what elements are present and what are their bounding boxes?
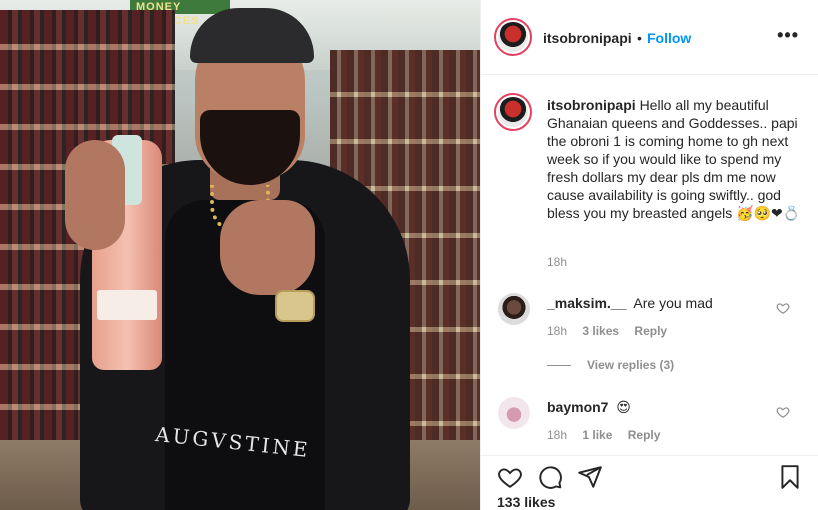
comment-icon[interactable]	[537, 464, 563, 490]
person-left-hand	[65, 140, 125, 250]
comment-username[interactable]: baymon7	[547, 399, 608, 415]
comment-avatar[interactable]	[498, 293, 530, 325]
comment-reply-button[interactable]: Reply	[628, 428, 661, 442]
send-icon[interactable]	[577, 464, 603, 490]
comment-reply-button[interactable]: Reply	[634, 324, 667, 338]
post-caption: itsobronipapi Hello all my beautiful Gha…	[547, 96, 809, 222]
author-username[interactable]: itsobronipapi	[543, 30, 632, 46]
person-watch	[275, 290, 315, 322]
caption-author-avatar[interactable]	[494, 93, 532, 131]
photo-person: AUGVSTINE	[60, 0, 420, 510]
author-avatar-image	[498, 22, 528, 52]
comment-text: 😍	[616, 399, 631, 415]
person-right-hand	[220, 200, 315, 295]
post-side-panel: itsobronipapi • Follow ••• itsobronipapi…	[480, 0, 818, 510]
header-separator: •	[637, 30, 642, 46]
bookmark-icon[interactable]	[777, 464, 803, 490]
comment-time[interactable]: 18h	[547, 324, 567, 338]
instagram-post: MONEY SERVICES AUGVSTINE	[0, 0, 818, 510]
comment-meta: 18h 3 likes Reply	[547, 324, 679, 338]
view-replies-line	[547, 365, 571, 367]
comment-like-icon[interactable]	[776, 405, 790, 419]
post-photo[interactable]: MONEY SERVICES AUGVSTINE	[0, 0, 480, 510]
comment-like-icon[interactable]	[776, 301, 790, 315]
wine-bottle-label	[97, 290, 157, 320]
follow-button[interactable]: Follow	[647, 30, 691, 46]
comment-body: _maksim.__ Are you mad	[547, 295, 713, 311]
more-options-icon[interactable]: •••	[777, 25, 799, 46]
likes-count[interactable]: 133 likes	[497, 494, 555, 510]
comment-body: baymon7 😍	[547, 399, 631, 416]
heart-icon[interactable]	[497, 464, 523, 490]
comment-meta: 18h 1 like Reply	[547, 428, 672, 442]
view-replies-row[interactable]: View replies (3)	[547, 358, 674, 372]
person-cap	[190, 8, 314, 63]
comment-time[interactable]: 18h	[547, 428, 567, 442]
author-avatar[interactable]	[494, 18, 532, 56]
comment-avatar[interactable]	[498, 397, 530, 429]
caption-author[interactable]: itsobronipapi	[547, 97, 636, 113]
caption-timestamp[interactable]: 18h	[547, 255, 567, 269]
comment-likes[interactable]: 1 like	[582, 428, 612, 442]
caption-avatar-image	[498, 97, 528, 127]
caption-text: Hello all my beautiful Ghanaian queens a…	[547, 97, 801, 221]
post-actions-bar	[481, 455, 818, 495]
comment-likes[interactable]: 3 likes	[582, 324, 619, 338]
comment-text: Are you mad	[633, 295, 713, 311]
view-replies-label[interactable]: View replies (3)	[587, 358, 674, 372]
post-header: itsobronipapi • Follow •••	[481, 0, 818, 75]
comment-username[interactable]: _maksim.__	[547, 295, 626, 311]
